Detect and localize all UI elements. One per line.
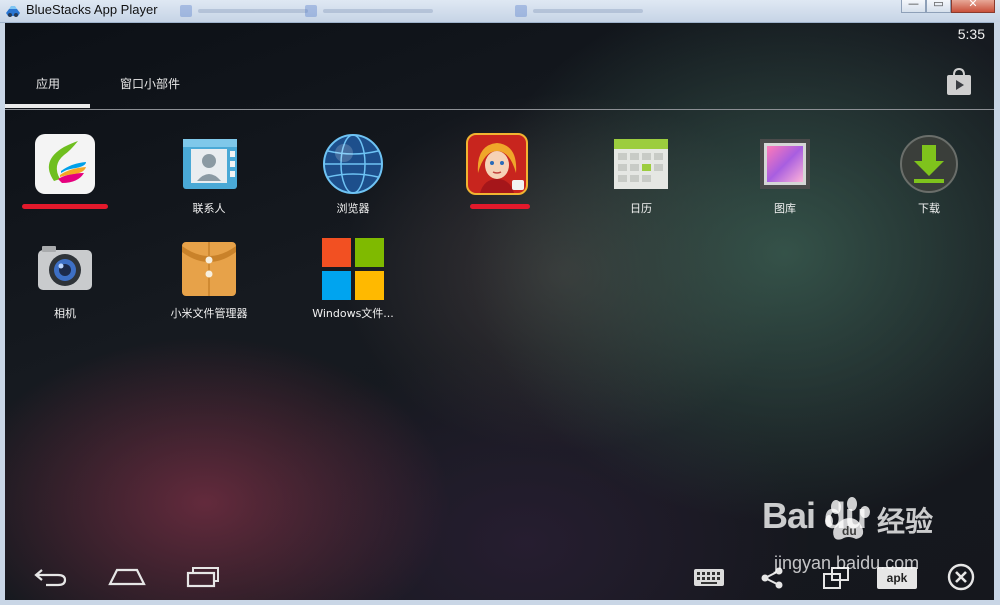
apk-label: apk: [886, 571, 908, 585]
contacts-icon: [183, 139, 237, 189]
app-gallery[interactable]: 图库: [730, 133, 840, 223]
app-camera[interactable]: 相机: [10, 238, 120, 328]
app-label: Windows文件...: [312, 307, 394, 320]
app-label: 下载: [918, 202, 940, 215]
app-label: 图库: [774, 202, 796, 215]
title-bar[interactable]: BlueStacks App Player — ▭ ✕: [0, 0, 1000, 23]
app-label: 相机: [54, 307, 76, 320]
app-label: 日历: [630, 202, 652, 215]
minimize-icon: —: [908, 0, 919, 10]
keyboard-icon[interactable]: [693, 568, 725, 588]
browser-globe-icon: [323, 134, 383, 194]
window-title: BlueStacks App Player: [26, 2, 158, 17]
app-windows-files[interactable]: Windows文件...: [298, 238, 408, 328]
app-contacts[interactable]: 联系人: [154, 133, 264, 223]
apk-install-button[interactable]: apk: [877, 567, 917, 589]
bluestacks-window: BlueStacks App Player — ▭ ✕ 5:35 应用 窗口小部…: [0, 0, 1000, 605]
tab-widgets[interactable]: 窗口小部件: [120, 75, 180, 92]
restore-icon: ▭: [933, 0, 944, 10]
home-icon[interactable]: [107, 564, 147, 588]
share-icon[interactable]: [760, 566, 784, 590]
navigation-bar: apk: [5, 558, 994, 600]
play-store-icon[interactable]: [945, 67, 973, 97]
pea-pod-assistant-icon: [35, 134, 95, 194]
windows-logo-icon: [322, 238, 384, 300]
background-tab: [305, 3, 455, 19]
minimize-button[interactable]: —: [901, 0, 926, 13]
back-icon[interactable]: [32, 564, 68, 588]
app-downloads[interactable]: 下载: [874, 133, 984, 223]
download-icon: [900, 135, 958, 193]
calendar-icon: [614, 139, 668, 189]
camera-icon: [38, 246, 92, 290]
android-screen: 5:35 应用 窗口小部件 联系人 浏览器 日历 图库 下载 相机 小米文件管理…: [5, 23, 994, 600]
app-calendar[interactable]: 日历: [586, 133, 696, 223]
multi-window-icon[interactable]: [822, 566, 850, 590]
close-icon: ✕: [968, 0, 978, 10]
restore-button[interactable]: ▭: [926, 0, 951, 13]
active-tab-indicator: [5, 104, 90, 108]
app-game[interactable]: [442, 133, 552, 223]
app-label: 联系人: [192, 202, 226, 215]
recent-apps-icon[interactable]: [185, 564, 221, 588]
app-browser[interactable]: 浏览器: [298, 133, 408, 223]
status-clock: 5:35: [957, 26, 985, 42]
window-controls: — ▭ ✕: [901, 0, 995, 14]
app-mi-file-manager[interactable]: 小米文件管理器: [154, 238, 264, 328]
close-window-button[interactable]: ✕: [951, 0, 995, 13]
gallery-icon: [760, 139, 810, 189]
app-label: 浏览器: [336, 202, 370, 215]
background-tab: [515, 3, 665, 19]
window-frame-right: [994, 22, 1000, 605]
redaction-mark: [470, 204, 530, 209]
app-pea-pod-assistant[interactable]: [10, 133, 120, 223]
redaction-mark: [22, 204, 108, 209]
bluestacks-logo-icon: [6, 6, 20, 17]
app-label: 小米文件管理器: [170, 307, 248, 320]
tab-apps[interactable]: 应用: [36, 75, 60, 92]
window-frame-bottom: [0, 600, 1000, 605]
tab-divider: [5, 109, 994, 110]
game-girl-icon: [466, 133, 528, 195]
close-circle-icon[interactable]: [947, 563, 975, 591]
file-folder-icon: [182, 242, 236, 296]
